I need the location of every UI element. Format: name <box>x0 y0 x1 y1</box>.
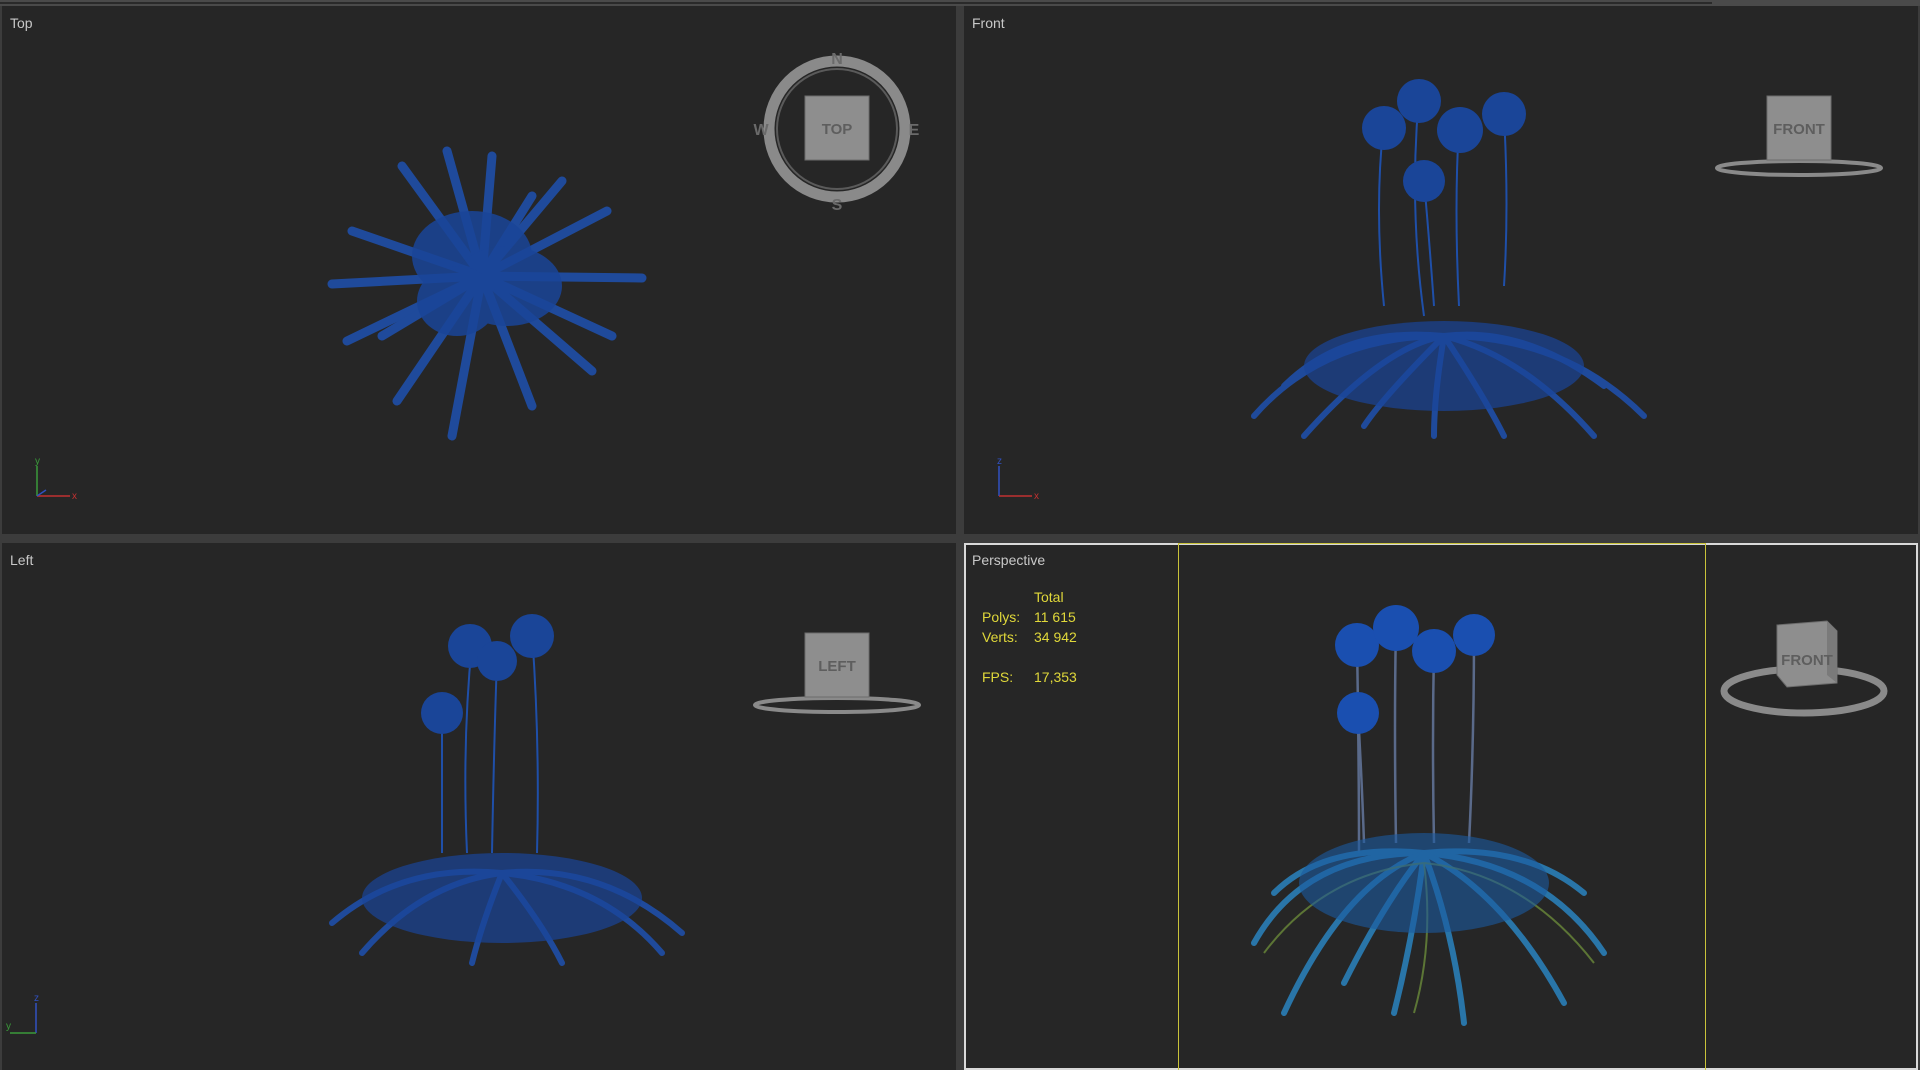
viewcube-front[interactable]: FRONT <box>1709 86 1889 186</box>
compass-n[interactable]: N <box>831 51 843 68</box>
compass-w[interactable]: W <box>753 122 769 139</box>
viewport-top[interactable]: Top N W E S TOP y x <box>2 6 956 534</box>
timeline-track[interactable] <box>0 2 1712 4</box>
compass-e[interactable]: E <box>909 122 920 139</box>
svg-text:y: y <box>35 456 40 467</box>
axis-tripod-front: z x <box>997 456 1039 502</box>
viewcube-front-face[interactable]: FRONT <box>1773 121 1825 138</box>
viewport-perspective[interactable]: Perspective Total Polys: 11 615 Verts: 34 … <box>964 543 1918 1070</box>
axis-tripod-top: y x <box>35 456 77 502</box>
viewcube-top[interactable]: N W E S TOP <box>747 46 927 221</box>
viewcube-perspective-face[interactable]: FRONT <box>1781 652 1833 669</box>
viewcube-left-face[interactable]: LEFT <box>818 658 856 675</box>
compass-s[interactable]: S <box>832 197 843 214</box>
viewcube-top-face[interactable]: TOP <box>822 121 853 138</box>
viewport-front[interactable]: Front FRONT z x <box>964 6 1918 534</box>
svg-text:x: x <box>72 491 77 502</box>
axis-tripod-left: z y <box>6 993 39 1034</box>
viewcube-perspective[interactable]: FRONT <box>1709 613 1899 723</box>
viewport-left[interactable]: Left LEFT z y <box>2 543 956 1070</box>
svg-text:z: z <box>997 456 1002 467</box>
svg-text:y: y <box>6 1021 11 1032</box>
svg-text:x: x <box>1034 491 1039 502</box>
svg-text:z: z <box>34 993 39 1004</box>
viewcube-left[interactable]: LEFT <box>747 623 927 723</box>
